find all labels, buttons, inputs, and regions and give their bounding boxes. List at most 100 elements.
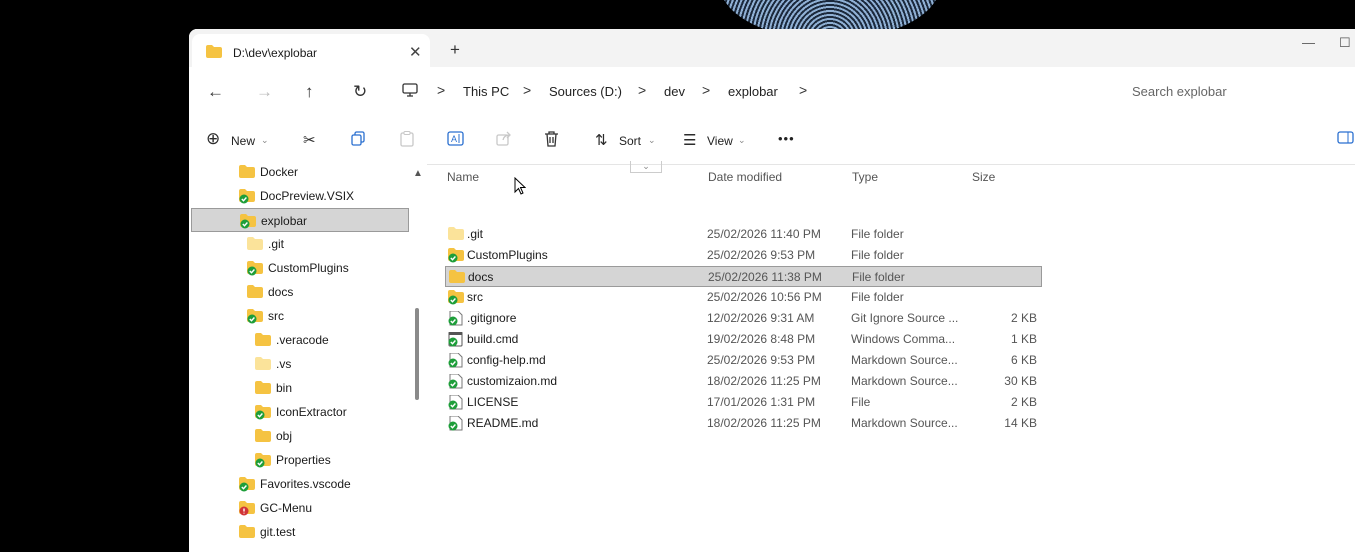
- tree-item-docpreview-vsix[interactable]: DocPreview.VSIX: [189, 184, 409, 208]
- file-row[interactable]: config-help.md 25/02/2026 9:53 PM Markdown…: [445, 350, 1042, 371]
- view-button[interactable]: View: [707, 134, 733, 148]
- file-name: build.cmd: [467, 332, 519, 346]
- sort-icon[interactable]: ⇅: [595, 131, 608, 149]
- file-row[interactable]: customizaion.md 18/02/2026 11:25 PM Markdo…: [445, 371, 1042, 392]
- file-row[interactable]: LICENSE 17/01/2026 1:31 PM File 2 KB: [445, 392, 1042, 413]
- sort-button[interactable]: Sort: [619, 134, 641, 148]
- share-icon[interactable]: [496, 131, 512, 150]
- breadcrumb-explobar[interactable]: explobar: [728, 84, 778, 99]
- up-icon[interactable]: ↑: [305, 82, 314, 102]
- tree-item-label: IconExtractor: [276, 405, 347, 419]
- file-type: Git Ignore Source ...: [851, 311, 959, 325]
- file-size: 30 KB: [1004, 374, 1037, 388]
- more-options-button[interactable]: •••: [778, 131, 795, 146]
- tree-item-iconextractor[interactable]: IconExtractor: [189, 400, 409, 424]
- file-date-modified: 12/02/2026 9:31 AM: [707, 311, 815, 325]
- chevron-down-icon[interactable]: ⌄: [738, 135, 746, 146]
- file-date-modified: 18/02/2026 11:25 PM: [707, 374, 821, 388]
- tree-item-docs[interactable]: docs: [189, 280, 409, 304]
- tree-item-docker[interactable]: Docker: [189, 160, 409, 184]
- title-bar: D:\dev\explobar ✕ + — ☐: [189, 29, 1355, 67]
- tree-item-customplugins[interactable]: CustomPlugins: [189, 256, 409, 280]
- chevron-down-icon[interactable]: ⌄: [648, 135, 656, 146]
- breadcrumb-separator[interactable]: >: [437, 82, 445, 98]
- file-list: ⌄ Name Date modified Type Size .git 25/02…: [439, 161, 1355, 552]
- tree-item-veracode[interactable]: .veracode: [189, 328, 409, 352]
- tree-item-explobar[interactable]: explobar: [191, 208, 409, 232]
- tree-item-label: GC-Menu: [260, 501, 313, 515]
- view-icon[interactable]: ☰: [683, 131, 696, 149]
- maximize-button[interactable]: ☐: [1339, 35, 1351, 51]
- breadcrumb-separator[interactable]: >: [799, 82, 807, 98]
- details-pane-icon[interactable]: [1337, 131, 1354, 148]
- folder-icon: [239, 524, 255, 548]
- forward-icon[interactable]: →: [256, 82, 273, 102]
- file-row[interactable]: build.cmd 19/02/2026 8:48 PM Windows Comma…: [445, 329, 1042, 350]
- tab-explobar[interactable]: D:\dev\explobar ✕: [192, 34, 430, 67]
- scrollbar-thumb[interactable]: [415, 308, 419, 400]
- file-type: Markdown Source...: [851, 353, 958, 367]
- file-row[interactable]: README.md 18/02/2026 11:25 PM Markdown Sou…: [445, 413, 1042, 434]
- search-input[interactable]: Search explobar: [1132, 84, 1227, 99]
- file-row[interactable]: src 25/02/2026 10:56 PM File folder: [445, 287, 1042, 308]
- tree-item-label: git.test: [260, 525, 296, 539]
- delete-icon[interactable]: [544, 131, 559, 151]
- column-header-type[interactable]: Type: [852, 170, 878, 184]
- refresh-icon[interactable]: ↻: [353, 82, 367, 102]
- breadcrumb-this-pc[interactable]: This PC: [463, 84, 509, 99]
- breadcrumb-sources[interactable]: Sources (D:): [549, 84, 622, 99]
- tree-item-properties[interactable]: Properties: [189, 448, 409, 472]
- file-date-modified: 25/02/2026 9:53 PM: [707, 353, 816, 367]
- breadcrumb-dev[interactable]: dev: [664, 84, 685, 99]
- breadcrumb-separator[interactable]: >: [523, 82, 531, 98]
- column-header-date[interactable]: Date modified: [708, 170, 782, 184]
- tree-item-src[interactable]: src: [189, 304, 409, 328]
- tree-item-label: obj: [276, 429, 293, 443]
- tree-item-git[interactable]: .git: [189, 232, 409, 256]
- tree-item-bin[interactable]: bin: [189, 376, 409, 400]
- cut-icon[interactable]: ✂: [303, 131, 316, 149]
- paste-icon[interactable]: [400, 131, 414, 151]
- tree-item-label: .vs: [276, 357, 292, 371]
- tree-item-vs[interactable]: .vs: [189, 352, 409, 376]
- file-size: 2 KB: [1010, 395, 1037, 409]
- copy-icon[interactable]: [351, 131, 366, 150]
- file-row[interactable]: CustomPlugins 25/02/2026 9:53 PM File fold…: [445, 245, 1042, 266]
- tree-item-obj[interactable]: obj: [189, 424, 409, 448]
- file-name: customizaion.md: [467, 374, 558, 388]
- tree-item-git-test[interactable]: git.test: [189, 520, 409, 544]
- file-date-modified: 25/02/2026 10:56 PM: [707, 290, 822, 304]
- minimize-button[interactable]: —: [1302, 35, 1315, 50]
- file-icon: [448, 415, 464, 438]
- file-row[interactable]: .gitignore 12/02/2026 9:31 AM Git Ignore S…: [445, 308, 1042, 329]
- close-tab-icon[interactable]: ✕: [409, 43, 422, 61]
- monitor-icon[interactable]: [402, 83, 418, 101]
- file-date-modified: 18/02/2026 11:25 PM: [707, 416, 821, 430]
- breadcrumb-separator[interactable]: >: [702, 82, 710, 98]
- file-type: File folder: [851, 290, 904, 304]
- column-header-size[interactable]: Size: [972, 170, 995, 184]
- new-button[interactable]: New: [231, 134, 255, 148]
- new-tab-button[interactable]: +: [450, 40, 460, 60]
- file-row[interactable]: .git 25/02/2026 11:40 PM File folder: [445, 224, 1042, 245]
- tree-item-label: bin: [276, 381, 293, 395]
- column-header-name[interactable]: Name: [447, 170, 479, 184]
- back-icon[interactable]: ←: [207, 82, 224, 102]
- file-size: 14 KB: [1004, 416, 1037, 430]
- tree-item-gc-menu[interactable]: GC-Menu: [189, 496, 409, 520]
- tree-item-label: docs: [268, 285, 294, 299]
- new-icon[interactable]: ⊕: [206, 129, 220, 149]
- breadcrumb-separator[interactable]: >: [638, 82, 646, 98]
- scroll-up-arrow[interactable]: ▲: [413, 168, 423, 179]
- chevron-down-icon[interactable]: ⌄: [261, 135, 269, 146]
- file-type: Windows Comma...: [851, 332, 956, 346]
- file-row[interactable]: docs 25/02/2026 11:38 PM File folder: [445, 266, 1042, 287]
- command-bar: ⊕ New ⌄ ✂ A ⇅ Sort ⌄ ☰ View ⌄ •••: [189, 117, 1355, 165]
- file-type: Markdown Source...: [851, 416, 958, 430]
- file-size: 1 KB: [1010, 332, 1037, 346]
- file-date-modified: 19/02/2026 8:48 PM: [707, 332, 816, 346]
- rename-icon[interactable]: A: [447, 131, 464, 150]
- tree-item-favorites-vscode[interactable]: Favorites.vscode: [189, 472, 409, 496]
- file-type: File folder: [852, 270, 905, 284]
- file-name: config-help.md: [467, 353, 546, 367]
